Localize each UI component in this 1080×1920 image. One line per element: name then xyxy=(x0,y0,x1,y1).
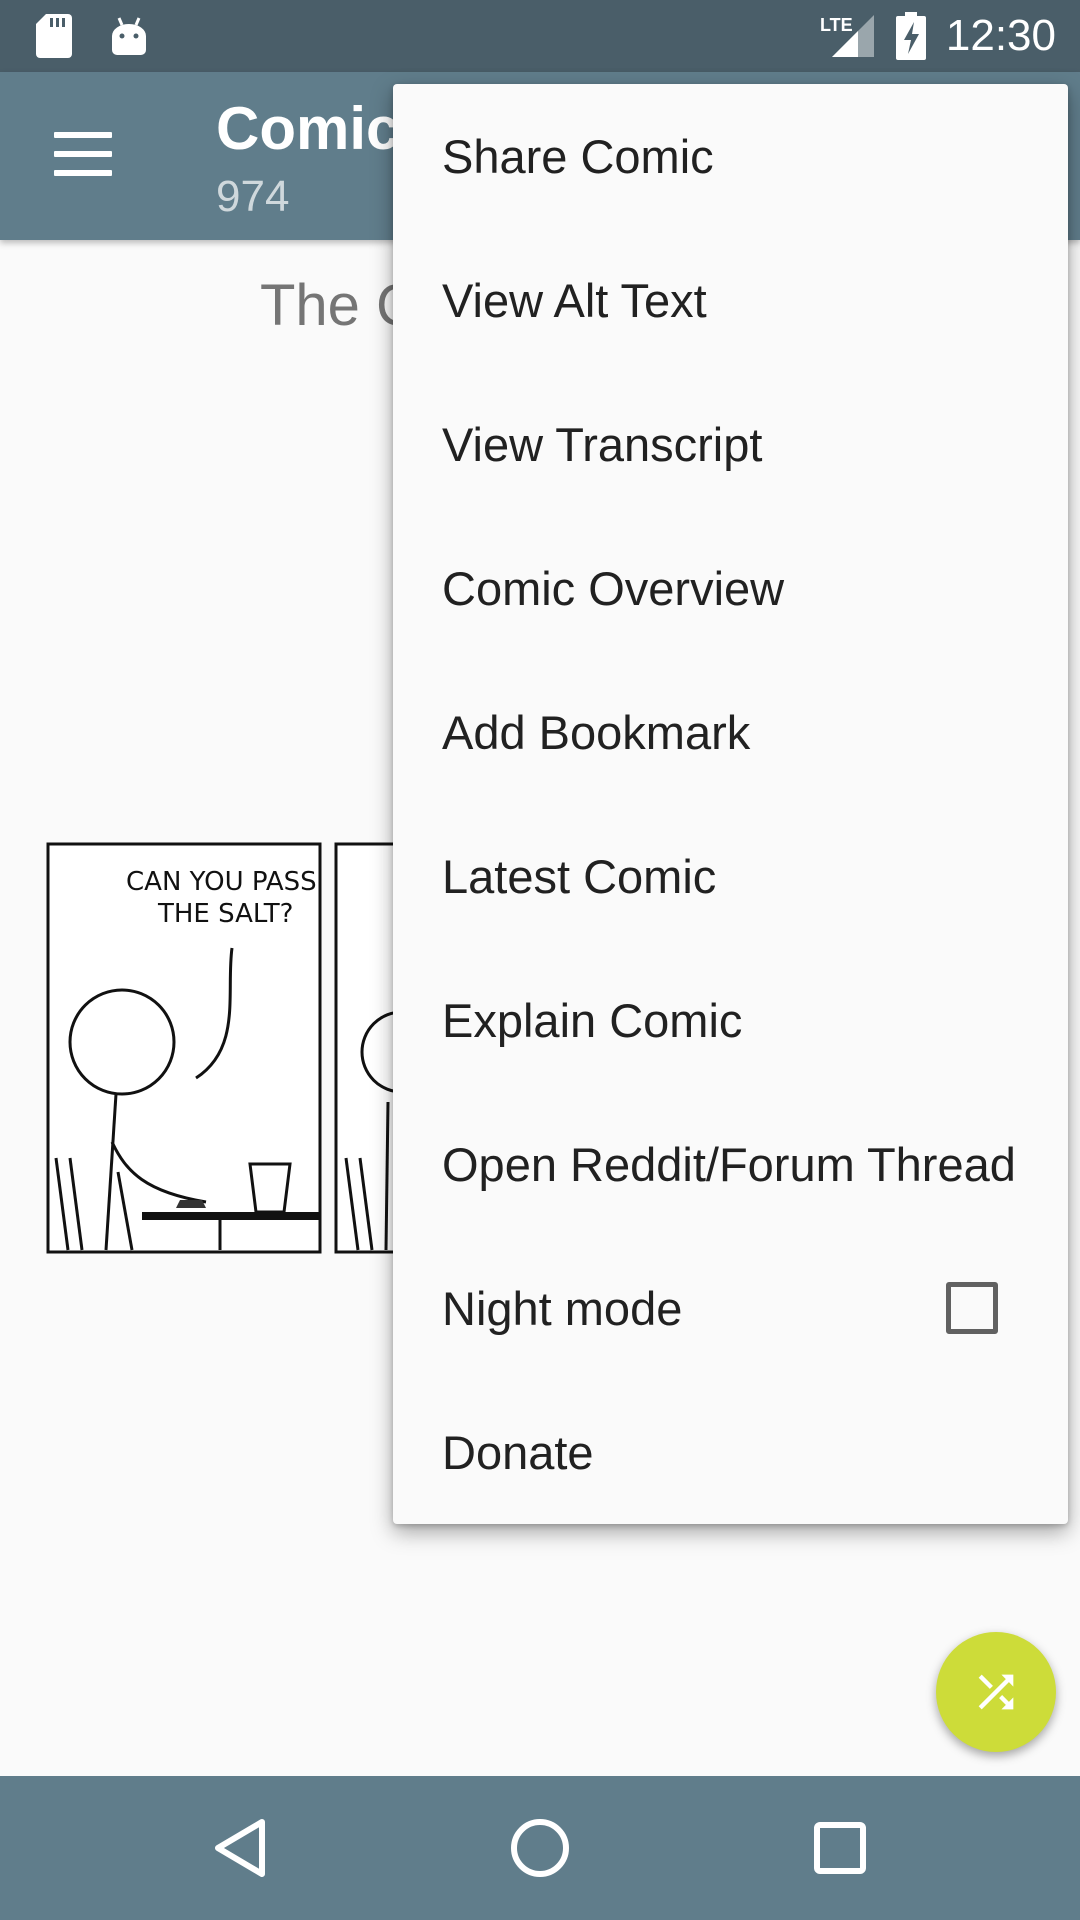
night-mode-checkbox[interactable] xyxy=(946,1282,998,1334)
menu-item-label: Latest Comic xyxy=(442,849,717,903)
menu-item-view-alt-text[interactable]: View Alt Text xyxy=(393,228,1068,372)
menu-item-open-thread[interactable]: Open Reddit/Forum Thread xyxy=(393,1092,1068,1236)
menu-item-label: Comic Overview xyxy=(442,561,785,615)
menu-item-night-mode[interactable]: Night mode xyxy=(393,1236,1068,1380)
menu-item-label: Open Reddit/Forum Thread xyxy=(442,1137,1016,1191)
speech-text-line1: CAN YOU PASS xyxy=(126,867,317,897)
navigation-bar xyxy=(0,1776,1080,1920)
recents-icon xyxy=(814,1822,866,1874)
menu-item-label: View Transcript xyxy=(442,417,763,471)
nav-home-button[interactable] xyxy=(504,1812,576,1884)
menu-item-comic-overview[interactable]: Comic Overview xyxy=(393,516,1068,660)
menu-item-share-comic[interactable]: Share Comic xyxy=(393,84,1068,228)
status-bar: LTE 12:30 xyxy=(0,0,1080,72)
menu-item-add-bookmark[interactable]: Add Bookmark xyxy=(393,660,1068,804)
menu-item-label: Night mode xyxy=(442,1281,683,1335)
menu-item-view-transcript[interactable]: View Transcript xyxy=(393,372,1068,516)
menu-item-label: Explain Comic xyxy=(442,993,743,1047)
speech-text-line2: THE SALT? xyxy=(157,899,293,929)
battery-charging-icon xyxy=(895,12,926,60)
menu-item-label: Share Comic xyxy=(442,129,714,183)
menu-item-label: Donate xyxy=(442,1425,594,1479)
menu-item-latest-comic[interactable]: Latest Comic xyxy=(393,804,1068,948)
shuffle-icon xyxy=(978,1674,1014,1710)
random-comic-button[interactable] xyxy=(936,1632,1056,1752)
menu-item-explain-comic[interactable]: Explain Comic xyxy=(393,948,1068,1092)
status-time: 12:30 xyxy=(945,11,1056,60)
nav-back-button[interactable] xyxy=(204,1812,276,1884)
menu-item-label: Add Bookmark xyxy=(442,705,751,759)
lte-label: LTE xyxy=(820,15,853,35)
sd-card-icon xyxy=(36,14,72,58)
lte-signal-icon: LTE xyxy=(820,15,874,57)
nav-recents-button[interactable] xyxy=(804,1812,876,1884)
overflow-menu: Share Comic View Alt Text View Transcrip… xyxy=(393,84,1068,1524)
home-icon xyxy=(511,1819,569,1877)
comic-number: 974 xyxy=(216,172,290,221)
menu-item-donate[interactable]: Donate xyxy=(393,1380,1068,1524)
menu-item-label: View Alt Text xyxy=(442,273,707,327)
back-icon xyxy=(215,1819,265,1877)
android-icon xyxy=(112,17,146,55)
menu-hamburger-icon[interactable] xyxy=(54,132,114,176)
comic-image[interactable]: CAN YOU PASS THE SALT? xyxy=(46,842,406,1256)
